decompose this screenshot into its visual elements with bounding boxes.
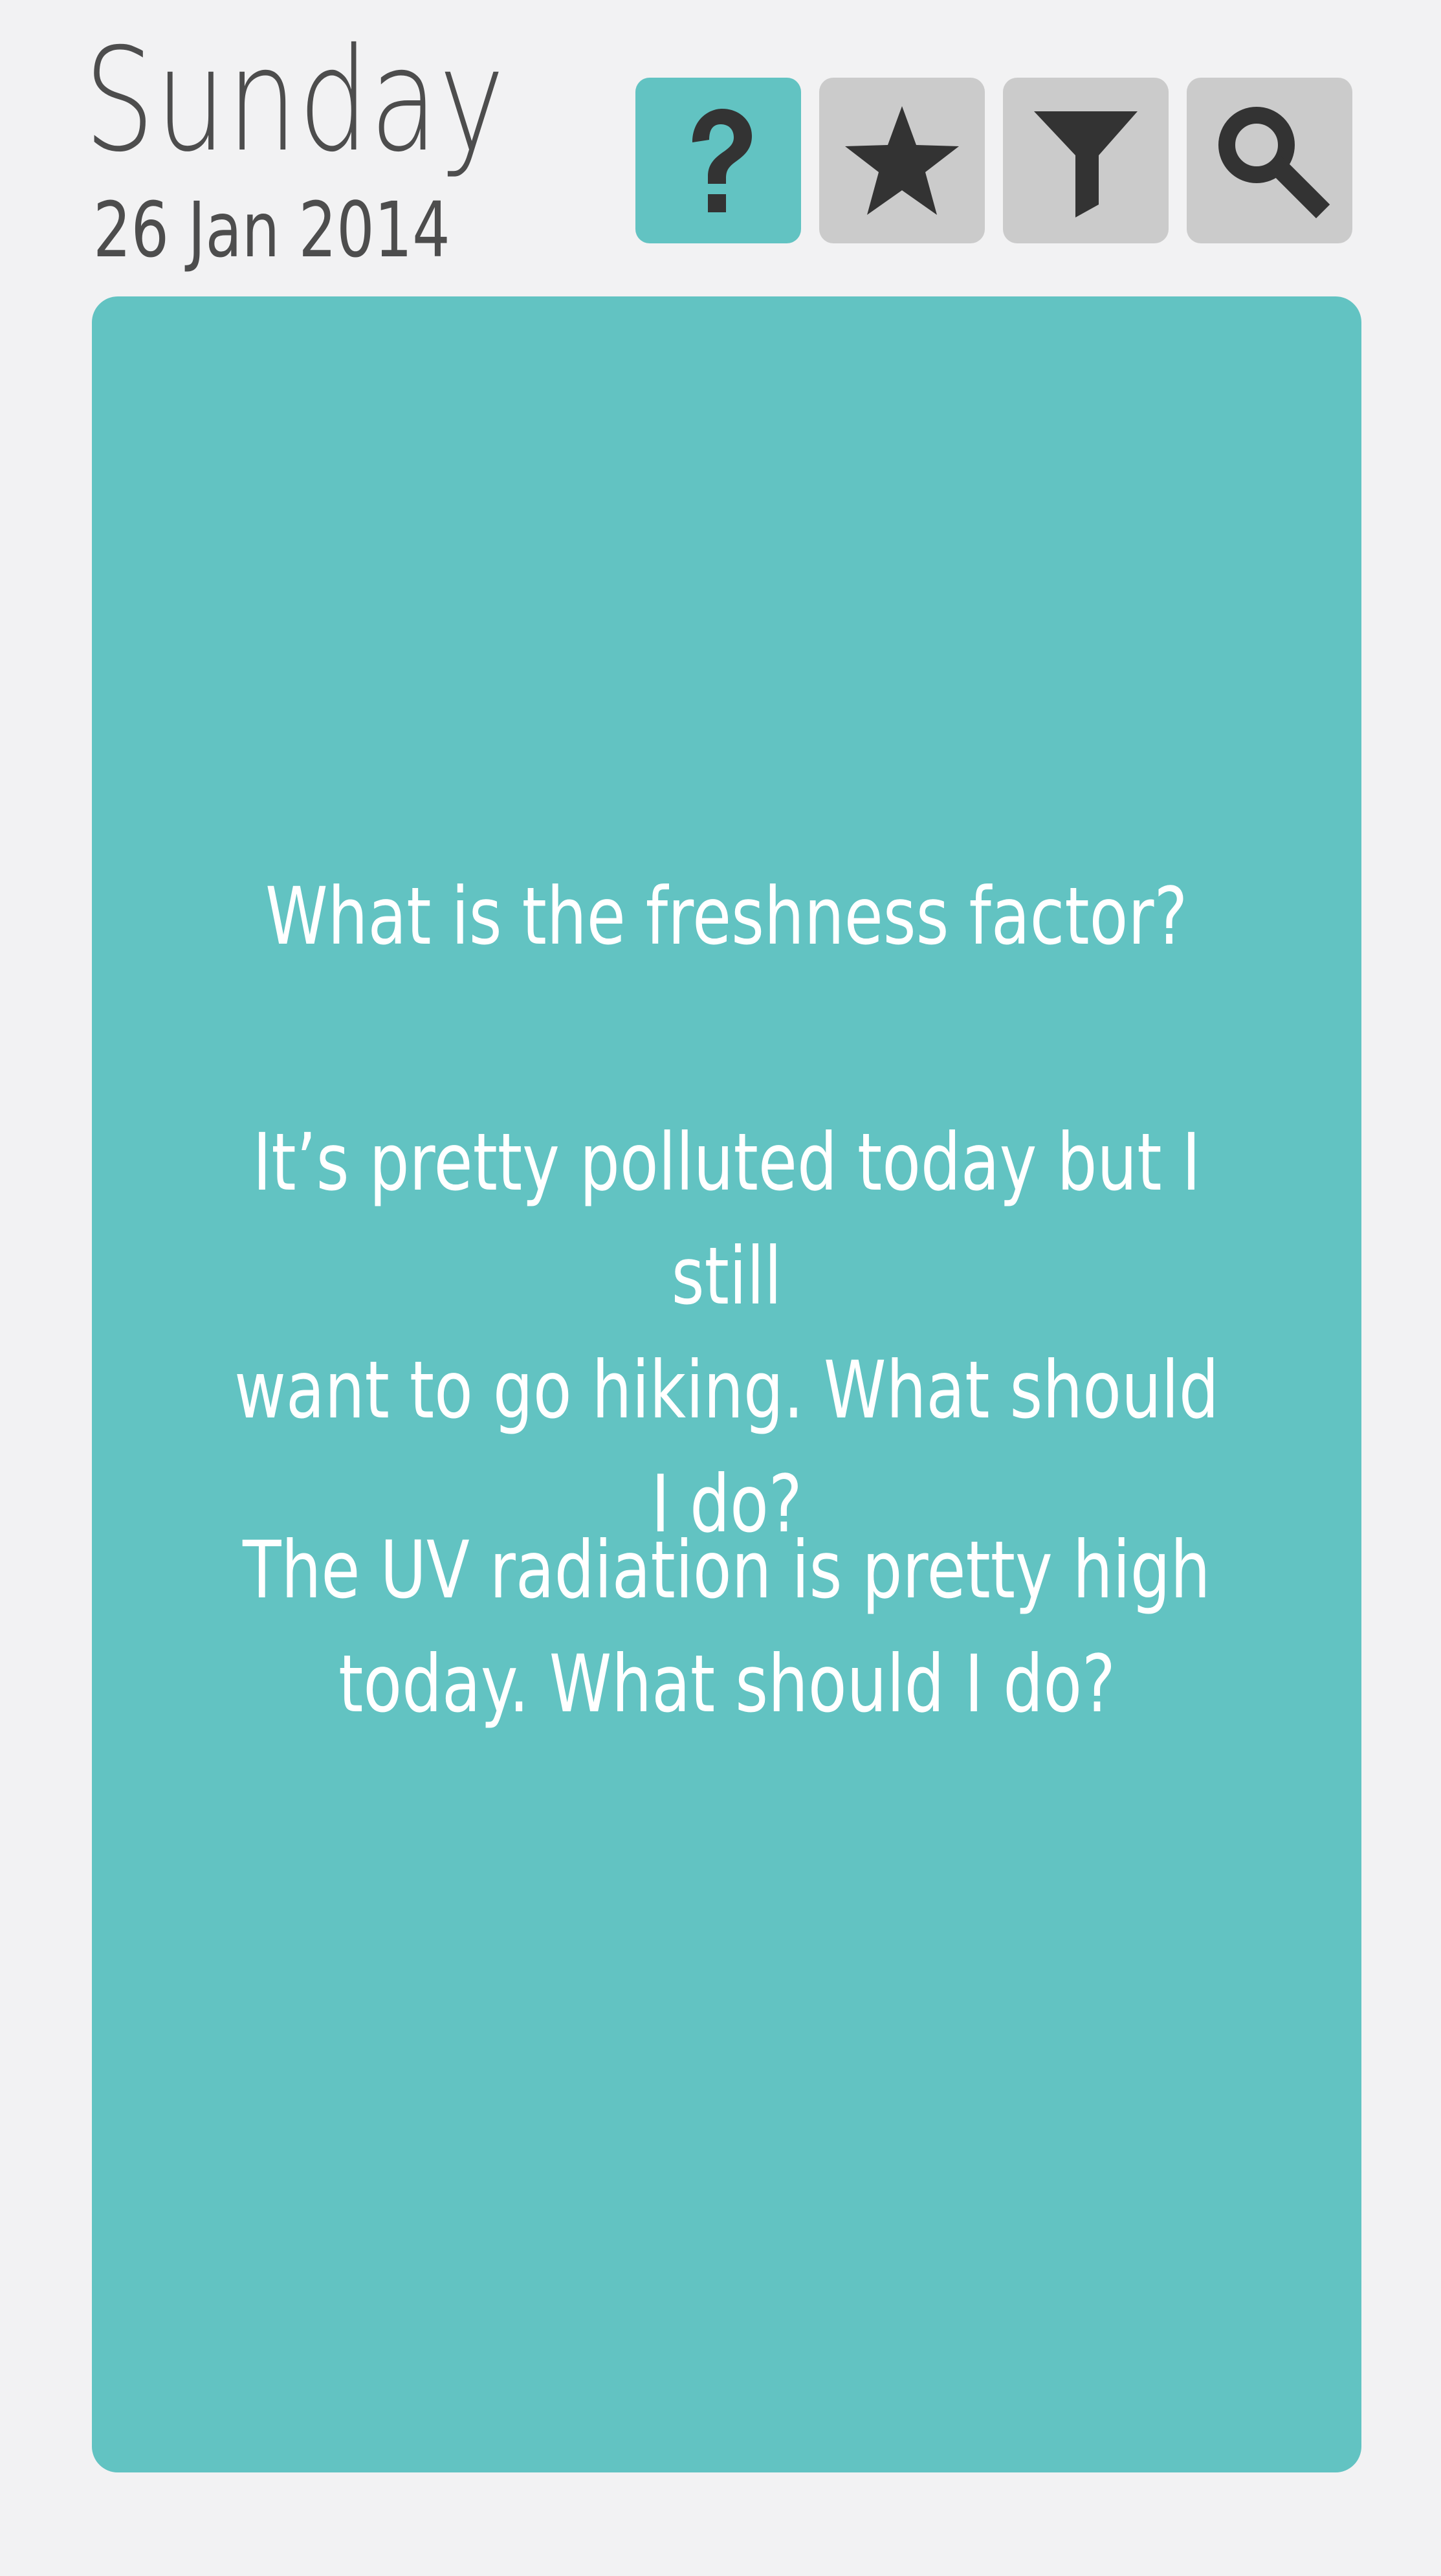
question-text-line-2: today. What should I do? — [338, 1638, 1116, 1730]
day-title: Sunday — [84, 17, 506, 183]
question-card: What is the freshness factor? It’s prett… — [92, 296, 1361, 2472]
filter-button[interactable] — [1003, 78, 1169, 243]
question-text-line-1: The UV radiation is pretty high — [243, 1524, 1211, 1616]
question-item[interactable]: What is the freshness factor? — [92, 860, 1361, 973]
question-text-line-1: It’s pretty polluted today but I still — [252, 1116, 1201, 1322]
question-item[interactable]: It’s pretty polluted today but I still w… — [92, 1105, 1361, 1561]
search-icon — [1218, 107, 1330, 219]
date-subtitle: 26 Jan 2014 — [93, 185, 450, 274]
filter-funnel-icon — [1034, 111, 1138, 217]
favorites-button[interactable] — [819, 78, 985, 243]
question-mark-icon — [692, 109, 752, 212]
question-item[interactable]: The UV radiation is pretty high today. W… — [92, 1513, 1361, 1741]
date-header: Sunday 26 Jan 2014 — [84, 17, 506, 272]
star-icon — [845, 106, 959, 215]
question-text: What is the freshness factor? — [265, 871, 1188, 962]
search-button[interactable] — [1187, 78, 1352, 243]
help-button[interactable] — [635, 78, 801, 243]
